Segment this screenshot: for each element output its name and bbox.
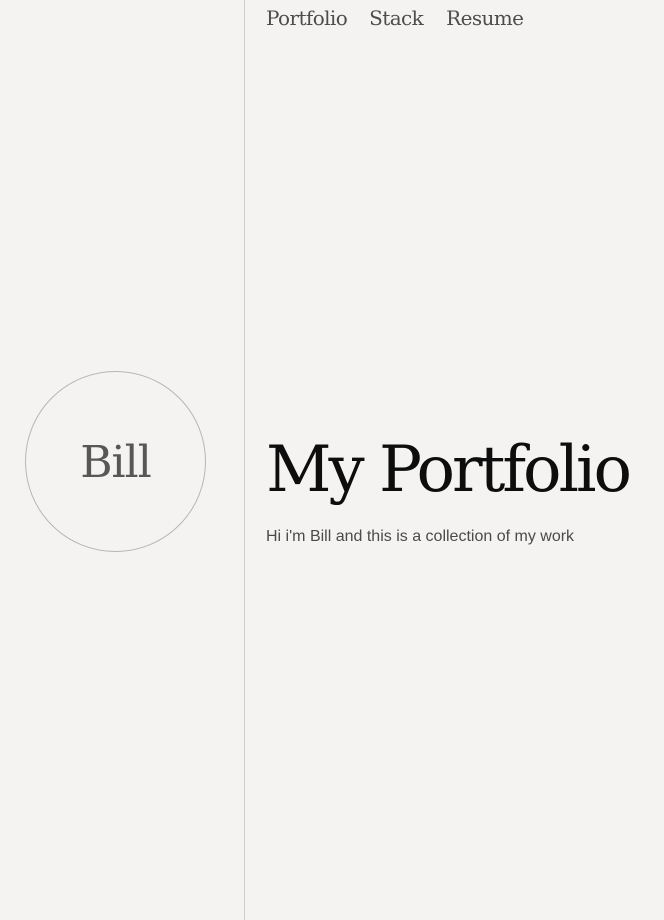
nav-link-portfolio[interactable]: Portfolio: [266, 6, 348, 30]
top-nav: Portfolio Stack Resume: [266, 6, 524, 30]
sidebar: Bill: [0, 0, 245, 920]
avatar-name: Bill: [80, 437, 152, 488]
page-subtitle: Hi i'm Bill and this is a collection of …: [266, 528, 575, 545]
nav-link-resume[interactable]: Resume: [446, 6, 524, 30]
page: Bill Portfolio Stack Resume My Portfolio…: [0, 0, 664, 920]
avatar: Bill: [25, 371, 206, 552]
page-title: My Portfolio: [266, 433, 632, 507]
nav-link-stack[interactable]: Stack: [369, 6, 424, 30]
